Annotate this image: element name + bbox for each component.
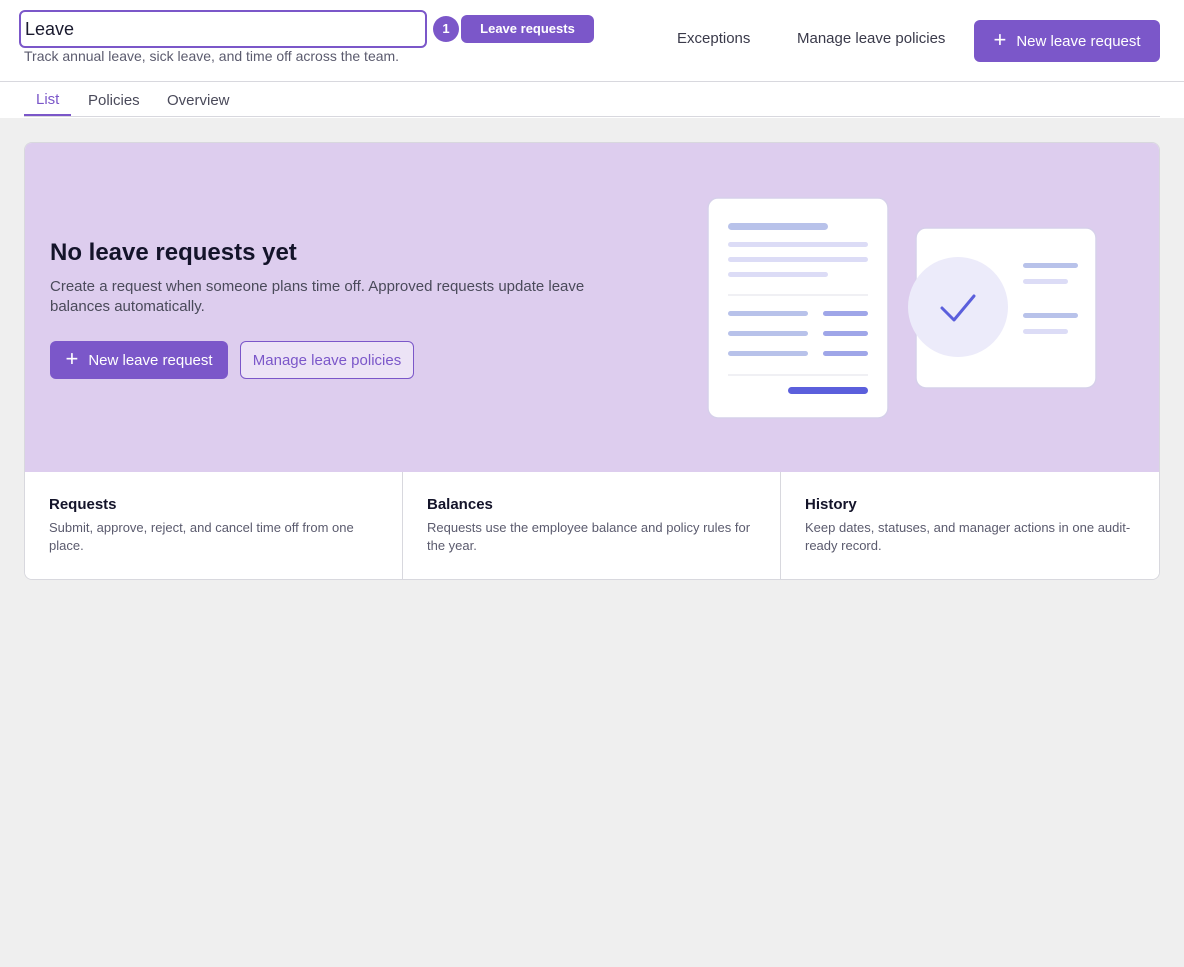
new-leave-request-label: New leave request xyxy=(1016,32,1141,50)
empty-state-description: Create a request when someone plans time… xyxy=(50,278,585,315)
count-badge: 1 xyxy=(433,16,459,42)
feature-history: History Keep dates, statuses, and manage… xyxy=(781,472,1159,579)
feature-description: Submit, approve, reject, and cancel time… xyxy=(49,520,354,553)
tab-list[interactable]: List xyxy=(24,84,72,116)
empty-state-hero: No leave requests yet Create a request w… xyxy=(25,143,1159,472)
feature-title: Balances xyxy=(427,496,493,513)
feature-row: Requests Submit, approve, reject, and ca… xyxy=(25,472,1159,579)
empty-state-card: No leave requests yet Create a request w… xyxy=(24,142,1160,580)
exceptions-link[interactable]: Exceptions xyxy=(677,30,750,47)
document-illustration xyxy=(707,197,1097,419)
feature-title: History xyxy=(805,496,857,513)
feature-requests: Requests Submit, approve, reject, and ca… xyxy=(25,472,403,579)
plus-icon: + xyxy=(993,27,1007,52)
leave-requests-pill[interactable]: Leave requests xyxy=(461,15,594,43)
feature-balances: Balances Requests use the employee balan… xyxy=(403,472,781,579)
feature-description: Keep dates, statuses, and manager action… xyxy=(805,520,1131,553)
empty-state-title: No leave requests yet xyxy=(50,239,297,266)
hero-manage-leave-policies-button[interactable]: Manage leave policies xyxy=(240,341,414,379)
hero-new-leave-request-button[interactable]: + New leave request xyxy=(50,341,228,379)
tab-divider xyxy=(24,116,1160,117)
plus-icon: + xyxy=(65,346,79,371)
manage-leave-policies-link[interactable]: Manage leave policies xyxy=(797,30,945,47)
tab-overview[interactable]: Overview xyxy=(155,84,242,116)
feature-title: Requests xyxy=(49,496,117,513)
page-subtitle: Track annual leave, sick leave, and time… xyxy=(24,48,400,64)
page-title-input[interactable] xyxy=(19,10,427,48)
new-leave-request-button[interactable]: + New leave request xyxy=(974,20,1160,62)
feature-description: Requests use the employee balance and po… xyxy=(427,520,751,553)
tab-policies[interactable]: Policies xyxy=(76,84,152,116)
hero-new-leave-request-label: New leave request xyxy=(88,351,213,369)
